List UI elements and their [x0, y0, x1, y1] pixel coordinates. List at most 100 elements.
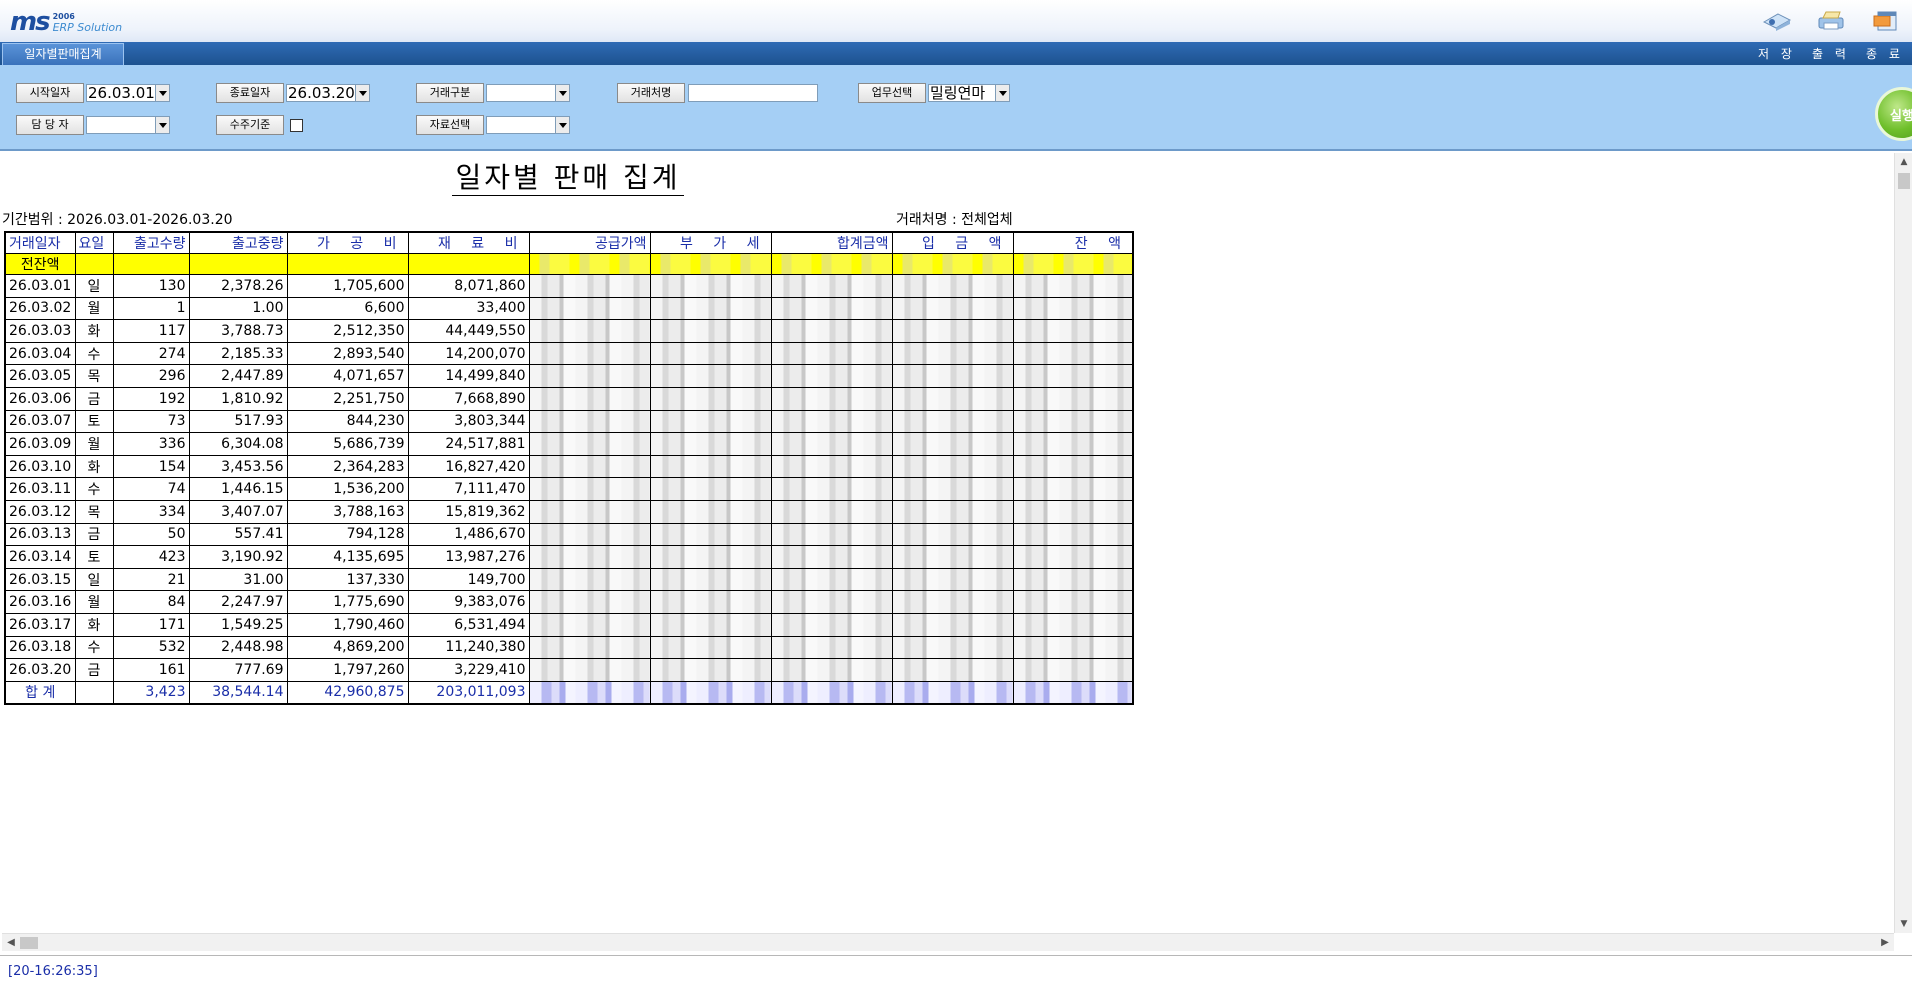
chevron-down-icon[interactable] [155, 117, 169, 133]
processing-cell: 794,128 [286, 522, 409, 547]
chevron-down-icon[interactable] [355, 85, 369, 101]
masked-cell [528, 522, 651, 547]
qty-cell: 73 [112, 409, 190, 434]
scroll-left-icon[interactable]: ◀ [6, 937, 16, 949]
period-range: 기간범위 : 2026.03.01-2026.03.20 [2, 212, 233, 228]
trade-type-select[interactable] [486, 84, 570, 102]
masked-cell [1012, 477, 1134, 501]
masked-cell [528, 274, 651, 298]
processing-cell: 1,705,600 [286, 274, 409, 298]
order-basis-checkbox[interactable] [290, 119, 303, 132]
save-icon[interactable] [1750, 8, 1804, 34]
masked-cell [1012, 499, 1134, 524]
masked-cell [770, 364, 893, 388]
date-cell: 26.03.04 [4, 341, 76, 366]
masked-cell [649, 658, 772, 682]
qty-cell: 423 [112, 545, 190, 569]
save-button[interactable]: 저 장 [1750, 46, 1804, 62]
data-select-dropdown[interactable] [486, 116, 570, 134]
scroll-right-icon[interactable]: ▶ [1880, 937, 1890, 949]
date-cell: 26.03.03 [4, 319, 76, 343]
end-date-field[interactable]: 26.03.20 [286, 84, 370, 102]
report-area: 일자별 판매 집계 기간범위 : 2026.03.01-2026.03.20 거… [2, 153, 1894, 933]
masked-cell [649, 274, 772, 298]
scroll-up-icon[interactable]: ▲ [1899, 157, 1909, 167]
vertical-scrollbar[interactable]: ▲ ▼ [1894, 153, 1912, 933]
table-row: 26.03.07 토 73 517.93 844,230 3,803,344 [4, 409, 1134, 434]
table-cell [74, 680, 114, 705]
report-title: 일자별 판매 집계 [452, 161, 684, 196]
date-cell: 26.03.12 [4, 499, 76, 524]
col-header-total-amount: 합계금액 [770, 231, 893, 254]
chevron-down-icon[interactable] [555, 117, 569, 133]
col-header-weekday: 요일 [74, 231, 114, 254]
col-header-deposit: 입 금 액 [891, 231, 1014, 254]
scroll-down-icon[interactable]: ▼ [1899, 919, 1909, 929]
masked-cell [891, 567, 1014, 592]
masked-cell [1012, 545, 1134, 569]
chevron-down-icon[interactable] [995, 85, 1009, 101]
weekday-cell: 토 [74, 409, 114, 434]
table-row: 26.03.16 월 84 2,247.97 1,775,690 9,383,076 [4, 590, 1134, 614]
scroll-thumb[interactable] [1898, 173, 1910, 189]
material-cell: 7,668,890 [407, 386, 530, 411]
masked-cell [891, 409, 1014, 434]
masked-cell [528, 432, 651, 456]
exit-icon[interactable] [1858, 8, 1912, 34]
start-date-field[interactable]: 26.03.01 [86, 84, 170, 102]
processing-cell: 1,536,200 [286, 477, 409, 501]
horizontal-scrollbar[interactable]: ◀ ▶ [2, 933, 1894, 951]
table-row: 26.03.10 화 154 3,453.56 2,364,283 16,827,420 [4, 454, 1134, 479]
masked-cell [891, 477, 1014, 501]
start-date-label: 시작일자 [16, 83, 84, 103]
chevron-down-icon[interactable] [555, 85, 569, 101]
chevron-down-icon[interactable] [155, 85, 169, 101]
manager-select[interactable] [86, 116, 170, 134]
carry-over-row: 전잔액 [4, 253, 1134, 275]
table-cell [188, 253, 288, 275]
business-select[interactable]: 밀링연마 [928, 84, 1010, 102]
processing-cell: 5,686,739 [286, 432, 409, 456]
masked-cell [770, 658, 893, 682]
processing-cell: 2,512,350 [286, 319, 409, 343]
logo-mark: ms [10, 7, 51, 37]
table-row: 26.03.18 수 532 2,448.98 4,869,200 11,240,380 [4, 635, 1134, 660]
qty-cell: 192 [112, 386, 190, 411]
material-cell: 3,803,344 [407, 409, 530, 434]
weight-cell: 2,447.89 [188, 364, 288, 388]
masked-cell [649, 522, 772, 547]
weight-cell: 557.41 [188, 522, 288, 547]
table-row: 26.03.20 금 161 777.69 1,797,260 3,229,410 [4, 658, 1134, 682]
qty-cell: 117 [112, 319, 190, 343]
material-cell: 33,400 [407, 296, 530, 321]
masked-cell [891, 274, 1014, 298]
qty-cell: 171 [112, 612, 190, 637]
print-icon[interactable] [1804, 8, 1858, 34]
masked-cell [649, 386, 772, 411]
material-cell: 16,827,420 [407, 454, 530, 479]
weight-cell: 2,448.98 [188, 635, 288, 660]
masked-cell [770, 499, 893, 524]
masked-cell [649, 499, 772, 524]
total-processing: 42,960,875 [286, 680, 409, 705]
order-basis-label: 수주기준 [216, 115, 284, 135]
print-button[interactable]: 출 력 [1804, 46, 1858, 62]
scroll-thumb[interactable] [20, 937, 38, 949]
masked-cell [770, 432, 893, 456]
weekday-cell: 금 [74, 522, 114, 547]
masked-cell [1012, 386, 1134, 411]
date-cell: 26.03.09 [4, 432, 76, 456]
sales-table: 거래일자 요일 출고수량 출고중량 가 공 비 재 료 비 공급가액 부 가 세… [4, 231, 1134, 705]
client-name-input[interactable] [688, 84, 818, 102]
status-bar: [20-16:26:35] [0, 955, 1912, 989]
start-date-value: 26.03.01 [88, 84, 155, 102]
qty-cell: 74 [112, 477, 190, 501]
processing-cell: 137,330 [286, 567, 409, 592]
masked-cell [649, 477, 772, 501]
exit-button[interactable]: 종 료 [1858, 46, 1912, 62]
tab-daily-sales-summary[interactable]: 일자별판매집계 [2, 43, 124, 65]
masked-cell [891, 612, 1014, 637]
filter-panel: 시작일자 26.03.01 종료일자 26.03.20 거래구분 거래처명 업무… [0, 65, 1912, 151]
masked-cell [1012, 635, 1134, 660]
material-cell: 11,240,380 [407, 635, 530, 660]
